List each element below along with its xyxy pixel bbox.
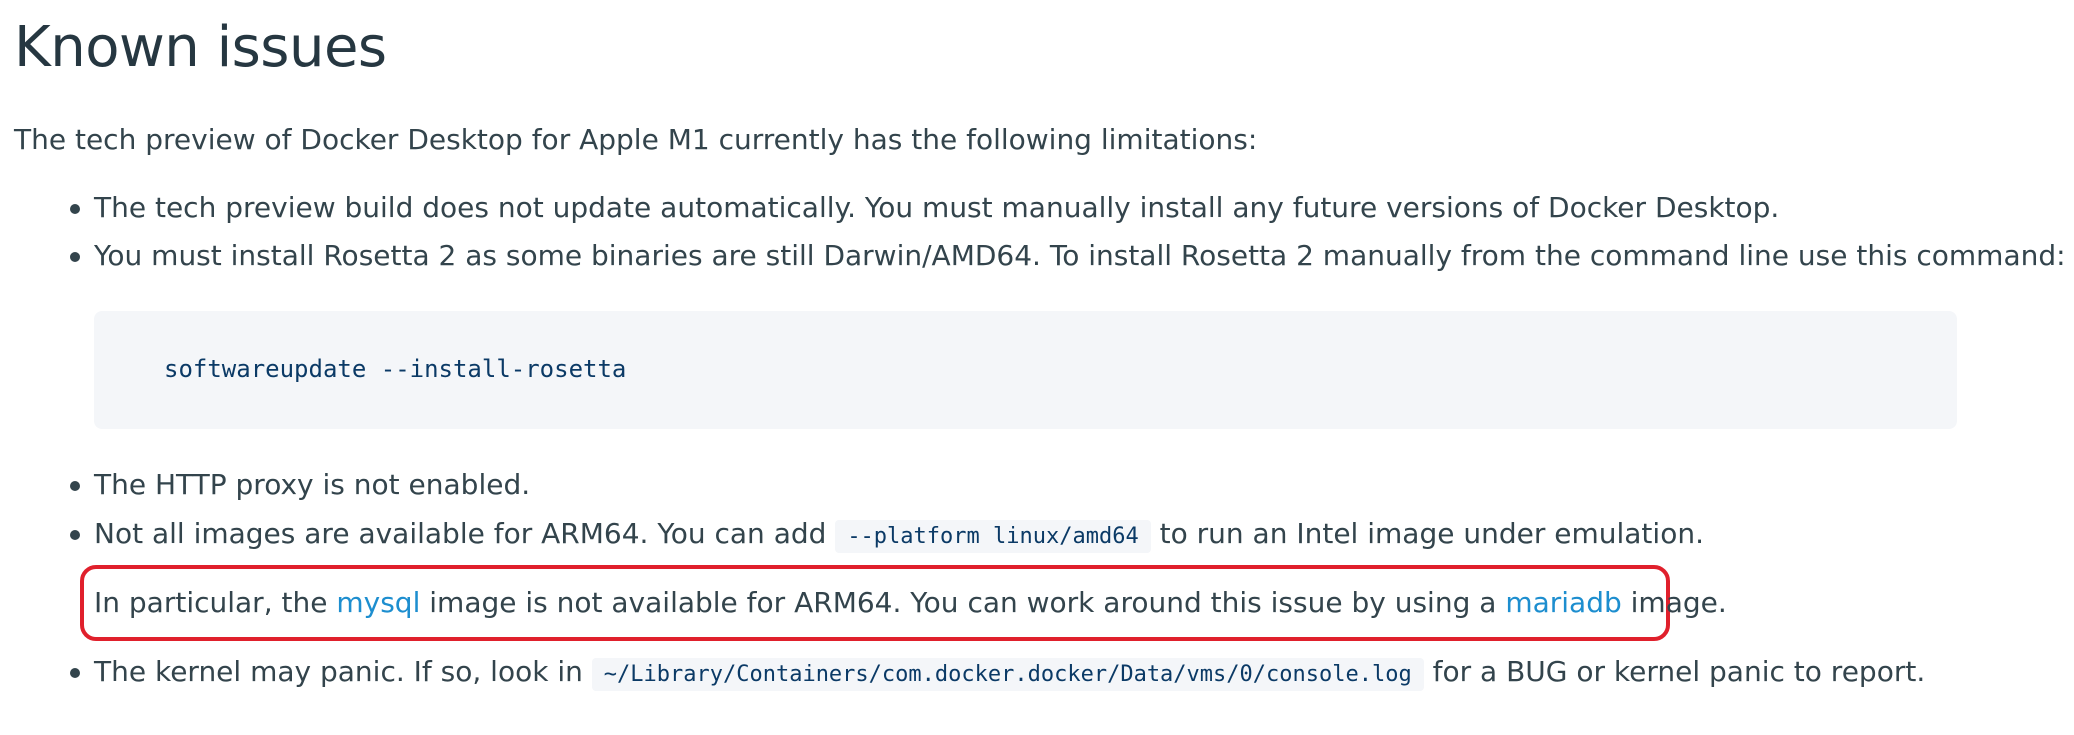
page-title: Known issues [14, 15, 387, 80]
list-item: Not all images are available for ARM64. … [70, 514, 1704, 557]
bullet-icon [70, 252, 80, 262]
inline-code-platform[interactable]: --platform linux/amd64 [835, 520, 1151, 553]
mysql-note: In particular, the mysql image is not av… [94, 583, 1727, 623]
list-item-text: The tech preview build does not update a… [94, 191, 1780, 224]
note-text-middle: image is not available for ARM64. You ca… [420, 586, 1506, 619]
list-item-text-before: Not all images are available for ARM64. … [94, 517, 836, 550]
list-item: The tech preview build does not update a… [70, 188, 1780, 228]
code-block-text[interactable]: softwareupdate --install-rosetta [164, 351, 626, 387]
note-text-before: In particular, the [94, 586, 337, 619]
bullet-icon [70, 204, 80, 214]
bullet-icon [70, 668, 80, 678]
list-item-text: The HTTP proxy is not enabled. [94, 468, 531, 501]
list-item: The kernel may panic. If so, look in ~/L… [70, 652, 1926, 695]
bullet-icon [70, 481, 80, 491]
list-item-text: You must install Rosetta 2 as some binar… [94, 239, 2066, 272]
list-item-text-after: for a BUG or kernel panic to report. [1423, 655, 1926, 688]
note-text-after: image. [1621, 586, 1727, 619]
bullet-icon [70, 530, 80, 540]
mariadb-link[interactable]: mariadb [1505, 586, 1621, 619]
mysql-link[interactable]: mysql [336, 586, 420, 619]
list-item-text-after: to run an Intel image under emulation. [1150, 517, 1704, 550]
list-item: The HTTP proxy is not enabled. [70, 465, 531, 505]
inline-code-console-log-path[interactable]: ~/Library/Containers/com.docker.docker/D… [591, 658, 1424, 691]
list-item: You must install Rosetta 2 as some binar… [70, 236, 2066, 276]
intro-paragraph: The tech preview of Docker Desktop for A… [14, 123, 1258, 156]
code-block[interactable]: softwareupdate --install-rosetta [94, 311, 1957, 429]
list-item-text-before: The kernel may panic. If so, look in [94, 655, 592, 688]
